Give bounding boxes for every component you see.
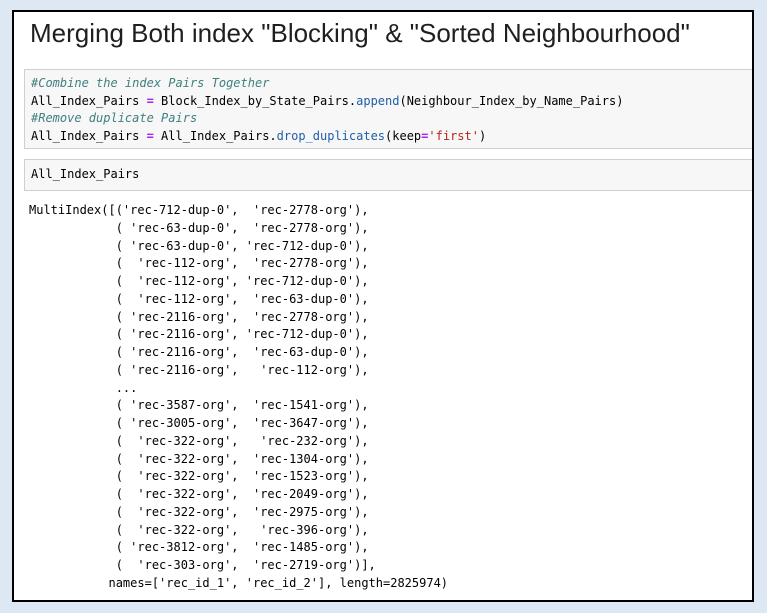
- code-cell-display-source: All_Index_Pairs: [31, 167, 140, 181]
- output-area: MultiIndex([('rec-712-dup-0', 'rec-2778-…: [29, 202, 448, 593]
- code-args: (Neighbour_Index_by_Name_Pairs): [399, 93, 624, 108]
- output-line: ( 'rec-3587-org', 'rec-1541-org'),: [29, 398, 369, 413]
- markdown-heading: Merging Both index "Blocking" & "Sorted …: [30, 18, 690, 48]
- output-line: ( 'rec-3005-org', 'rec-3647-org'),: [29, 416, 369, 430]
- code-operator: =: [146, 93, 154, 108]
- output-line: ( 'rec-112-org', 'rec-2778-org'),: [29, 256, 369, 271]
- code-object: Block_Index_by_State_Pairs.: [153, 93, 357, 108]
- code-cell-merge-source: #Combine the index Pairs Together All_In…: [25, 70, 752, 145]
- output-line: ( 'rec-2116-org', 'rec-712-dup-0'),: [29, 327, 369, 342]
- code-args-open: (keep: [385, 128, 422, 143]
- code-operator: =: [146, 128, 154, 143]
- output-line: ( 'rec-322-org', 'rec-396-org'),: [29, 522, 369, 537]
- output-line: ( 'rec-322-org', 'rec-1523-org'),: [29, 469, 369, 484]
- output-line: ( 'rec-322-org', 'rec-2049-org'),: [29, 487, 369, 501]
- output-text: MultiIndex([('rec-712-dup-0', 'rec-2778-…: [29, 202, 448, 593]
- code-var: All_Index_Pairs: [31, 93, 147, 108]
- code-var: All_Index_Pairs: [31, 128, 147, 143]
- output-line: ( 'rec-112-org', 'rec-712-dup-0'),: [29, 274, 369, 288]
- output-line: ( 'rec-2116-org', 'rec-112-org'),: [29, 362, 369, 377]
- output-line: ( 'rec-303-org', 'rec-2719-org')],: [29, 558, 376, 572]
- output-line: ( 'rec-322-org', 'rec-2975-org'),: [29, 504, 369, 519]
- code-cell-display[interactable]: All_Index_Pairs: [24, 159, 752, 191]
- code-comment-remove: #Remove duplicate Pairs: [31, 111, 198, 126]
- output-line: ( 'rec-322-org', 'rec-232-org'),: [29, 433, 369, 448]
- output-line: names=['rec_id_1', 'rec_id_2'], length=2…: [29, 575, 449, 590]
- code-string-first: 'first': [428, 128, 479, 143]
- code-comment-combine: #Combine the index Pairs Together: [31, 76, 270, 90]
- output-line: ( 'rec-112-org', 'rec-63-dup-0'),: [29, 291, 369, 306]
- output-line: ...: [29, 380, 138, 395]
- code-method-drop-duplicates: drop_duplicates: [276, 128, 386, 143]
- code-method-append: append: [356, 93, 400, 108]
- output-line: MultiIndex([('rec-712-dup-0', 'rec-2778-…: [29, 203, 369, 217]
- notebook-frame: Merging Both index "Blocking" & "Sorted …: [12, 10, 754, 602]
- output-line: ( 'rec-3812-org', 'rec-1485-org'),: [29, 540, 369, 555]
- output-line: ( 'rec-322-org', 'rec-1304-org'),: [29, 451, 369, 466]
- output-line: ( 'rec-63-dup-0', 'rec-712-dup-0'),: [29, 238, 369, 253]
- output-line: ( 'rec-2116-org', 'rec-63-dup-0'),: [29, 345, 369, 359]
- code-cell-merge[interactable]: #Combine the index Pairs Together All_In…: [24, 69, 752, 149]
- output-line: ( 'rec-2116-org', 'rec-2778-org'),: [29, 309, 369, 324]
- output-line: ( 'rec-63-dup-0', 'rec-2778-org'),: [29, 220, 369, 235]
- code-object: All_Index_Pairs.: [153, 128, 277, 143]
- code-args-close: ): [478, 128, 487, 143]
